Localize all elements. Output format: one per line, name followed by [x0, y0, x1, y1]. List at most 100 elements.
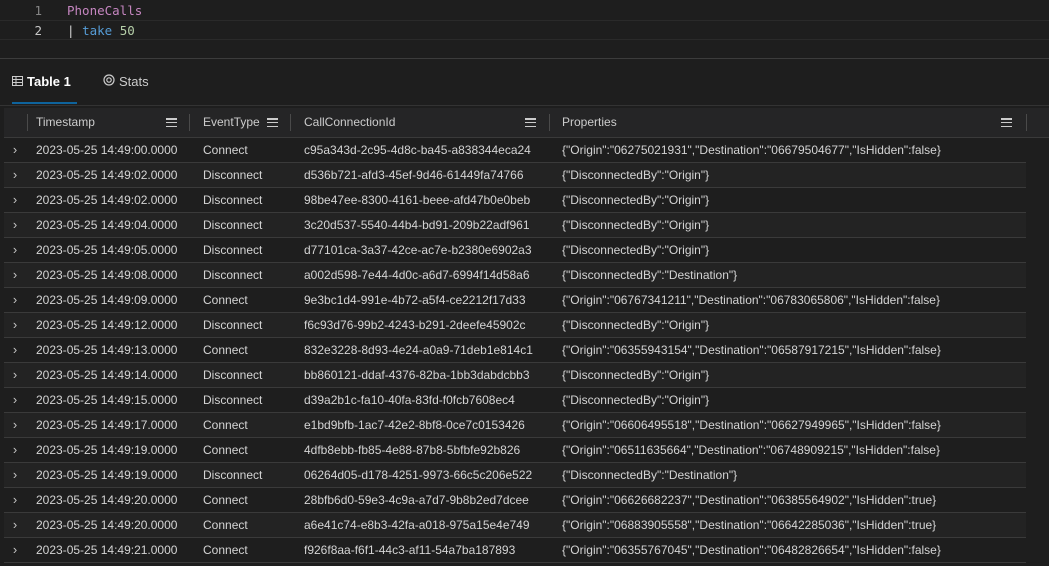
editor-results-divider[interactable]	[0, 58, 1049, 59]
chevron-right-icon[interactable]: ›	[8, 138, 22, 162]
cell-eventtype: Disconnect	[203, 168, 263, 182]
cell-eventtype: Disconnect	[203, 193, 263, 207]
cell-eventtype: Disconnect	[203, 393, 263, 407]
chevron-right-icon[interactable]: ›	[8, 313, 22, 337]
column-header-eventtype[interactable]: EventType	[203, 108, 260, 137]
number-token: 50	[119, 23, 135, 38]
table-row[interactable]: › 2023-05-25 14:49:14.0000 Disconnect bb860…	[4, 363, 1026, 388]
cell-eventtype: Connect	[203, 143, 248, 157]
table-row[interactable]: › 2023-05-25 14:49:15.0000 Disconnect d39a2…	[4, 388, 1026, 413]
results-tabs: Table 1 Stats	[0, 62, 1049, 104]
cell-properties: {"Origin":"06355943154","Destination":"0…	[562, 343, 941, 357]
column-separator[interactable]	[189, 114, 190, 131]
column-separator[interactable]	[290, 114, 291, 131]
column-header-timestamp[interactable]: Timestamp	[36, 108, 95, 137]
stats-icon	[103, 62, 115, 102]
chevron-right-icon[interactable]: ›	[8, 413, 22, 437]
cell-timestamp: 2023-05-25 14:49:17.0000	[36, 418, 178, 432]
table-row[interactable]: › 2023-05-25 14:49:02.0000 Disconnect d536b…	[4, 163, 1026, 188]
table-row[interactable]: › 2023-05-25 14:49:21.0000 Connect f926f8aa…	[4, 538, 1026, 563]
cell-callconnectionid: 832e3228-8d93-4e24-a0a9-71deb1e814c1	[304, 343, 533, 357]
cell-timestamp: 2023-05-25 14:49:13.0000	[36, 343, 178, 357]
chevron-right-icon[interactable]: ›	[8, 388, 22, 412]
cell-properties: {"Origin":"06883905558","Destination":"0…	[562, 518, 937, 532]
cell-callconnectionid: a002d598-7e44-4d0c-a6d7-6994f14d58a6	[304, 268, 530, 282]
cell-timestamp: 2023-05-25 14:49:08.0000	[36, 268, 178, 282]
line-number: 1	[34, 3, 42, 18]
table-row[interactable]: › 2023-05-25 14:49:05.0000 Disconnect d7710…	[4, 238, 1026, 263]
cell-properties: {"DisconnectedBy":"Destination"}	[562, 468, 738, 482]
cell-eventtype: Disconnect	[203, 218, 263, 232]
query-editor[interactable]: 1 PhoneCalls 2 | take 50	[0, 0, 1049, 58]
tabs-underline	[0, 105, 1049, 106]
column-separator[interactable]	[549, 114, 550, 131]
column-menu-icon[interactable]	[267, 118, 278, 128]
cell-eventtype: Connect	[203, 518, 248, 532]
table-row[interactable]: › 2023-05-25 14:49:19.0000 Connect 4dfb8ebb…	[4, 438, 1026, 463]
chevron-right-icon[interactable]: ›	[8, 488, 22, 512]
cell-eventtype: Connect	[203, 293, 248, 307]
column-menu-icon[interactable]	[1001, 118, 1012, 128]
column-separator[interactable]	[27, 114, 28, 131]
table-row[interactable]: › 2023-05-25 14:49:20.0000 Connect 28bfb6d0…	[4, 488, 1026, 513]
cell-properties: {"DisconnectedBy":"Origin"}	[562, 368, 710, 382]
chevron-right-icon[interactable]: ›	[8, 238, 22, 262]
cell-eventtype: Disconnect	[203, 368, 263, 382]
cell-properties: {"Origin":"06355767045","Destination":"0…	[562, 543, 941, 557]
chevron-right-icon[interactable]: ›	[8, 338, 22, 362]
table-row[interactable]: › 2023-05-25 14:49:02.0000 Disconnect 98be4…	[4, 188, 1026, 213]
cell-timestamp: 2023-05-25 14:49:20.0000	[36, 518, 178, 532]
cell-callconnectionid: c95a343d-2c95-4d8c-ba45-a838344eca24	[304, 143, 531, 157]
column-menu-icon[interactable]	[166, 118, 177, 128]
chevron-right-icon[interactable]: ›	[8, 163, 22, 187]
cell-properties: {"Origin":"06626682237","Destination":"0…	[562, 493, 937, 507]
code-line-2[interactable]: 2 | take 50	[0, 20, 1049, 40]
column-menu-icon[interactable]	[525, 118, 536, 128]
column-header-callconnectionid[interactable]: CallConnectionId	[304, 108, 395, 137]
chevron-right-icon[interactable]: ›	[8, 188, 22, 212]
cell-eventtype: Connect	[203, 343, 248, 357]
chevron-right-icon[interactable]: ›	[8, 263, 22, 287]
table-row[interactable]: › 2023-05-25 14:49:09.0000 Connect 9e3bc1d4…	[4, 288, 1026, 313]
cell-callconnectionid: a6e41c74-e8b3-42fa-a018-975a15e4e749	[304, 518, 530, 532]
cell-eventtype: Connect	[203, 418, 248, 432]
chevron-right-icon[interactable]: ›	[8, 363, 22, 387]
tab-label: Stats	[119, 74, 149, 89]
table-row[interactable]: › 2023-05-25 14:49:00.0000 Connect c95a343d…	[4, 138, 1026, 163]
chevron-right-icon[interactable]: ›	[8, 538, 22, 562]
cell-timestamp: 2023-05-25 14:49:12.0000	[36, 318, 178, 332]
table-row[interactable]: › 2023-05-25 14:49:12.0000 Disconnect f6c93…	[4, 313, 1026, 338]
cell-callconnectionid: bb860121-ddaf-4376-82ba-1bb3dabdcbb3	[304, 368, 530, 382]
table-row[interactable]: › 2023-05-25 14:49:20.0000 Connect a6e41c74…	[4, 513, 1026, 538]
tab-table-1[interactable]: Table 1	[12, 62, 77, 104]
vertical-scrollbar[interactable]	[1027, 138, 1049, 566]
column-separator[interactable]	[1026, 114, 1027, 131]
chevron-right-icon[interactable]: ›	[8, 513, 22, 537]
chevron-right-icon[interactable]: ›	[8, 438, 22, 462]
cell-timestamp: 2023-05-25 14:49:21.0000	[36, 543, 178, 557]
cell-callconnectionid: 3c20d537-5540-44b4-bd91-209b22adf961	[304, 218, 530, 232]
cell-timestamp: 2023-05-25 14:49:09.0000	[36, 293, 178, 307]
cell-eventtype: Connect	[203, 493, 248, 507]
cell-timestamp: 2023-05-25 14:49:15.0000	[36, 393, 178, 407]
cell-callconnectionid: d536b721-afd3-45ef-9d46-61449fa74766	[304, 168, 524, 182]
cell-properties: {"DisconnectedBy":"Origin"}	[562, 243, 710, 257]
chevron-right-icon[interactable]: ›	[8, 288, 22, 312]
table-row[interactable]: › 2023-05-25 14:49:04.0000 Disconnect 3c20d…	[4, 213, 1026, 238]
cell-properties: {"DisconnectedBy":"Origin"}	[562, 168, 710, 182]
take-keyword-token: take	[82, 23, 113, 38]
cell-callconnectionid: 28bfb6d0-59e3-4c9a-a7d7-9b8b2ed7dcee	[304, 493, 529, 507]
code-line-1[interactable]: 1 PhoneCalls	[0, 1, 1049, 20]
results-grid: Timestamp EventType CallConnectionId Pro…	[4, 108, 1049, 566]
table-row[interactable]: › 2023-05-25 14:49:19.0000 Disconnect 06264…	[4, 463, 1026, 488]
tab-stats[interactable]: Stats	[103, 62, 149, 102]
column-header-properties[interactable]: Properties	[562, 108, 617, 137]
chevron-right-icon[interactable]: ›	[8, 463, 22, 487]
table-row[interactable]: › 2023-05-25 14:49:17.0000 Connect e1bd9bfb…	[4, 413, 1026, 438]
table-row[interactable]: › 2023-05-25 14:49:13.0000 Connect 832e3228…	[4, 338, 1026, 363]
chevron-right-icon[interactable]: ›	[8, 213, 22, 237]
cell-properties: {"DisconnectedBy":"Origin"}	[562, 318, 710, 332]
table-row[interactable]: › 2023-05-25 14:49:08.0000 Disconnect a002d…	[4, 263, 1026, 288]
tab-label: Table 1	[27, 74, 71, 89]
cell-eventtype: Disconnect	[203, 243, 263, 257]
